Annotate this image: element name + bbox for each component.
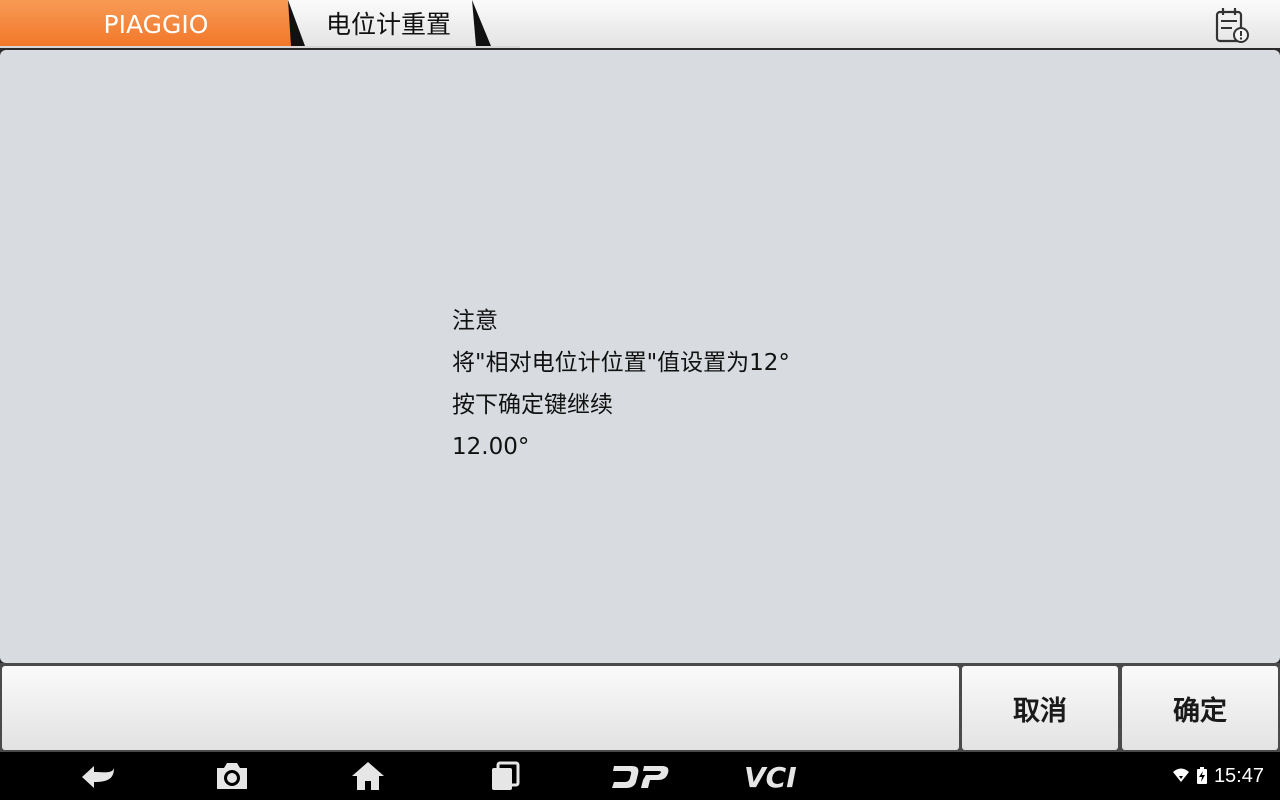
- dp-icon[interactable]: [610, 760, 670, 792]
- top-bar: PIAGGIO 电位计重置: [0, 0, 1280, 48]
- breadcrumb-separator-end: [472, 0, 491, 46]
- message-panel: 注意 将"相对电位计位置"值设置为12° 按下确定键继续 12.00°: [0, 50, 1280, 663]
- message-text-block: 注意 将"相对电位计位置"值设置为12° 按下确定键继续 12.00°: [452, 300, 790, 468]
- breadcrumb-item-brand[interactable]: PIAGGIO: [0, 0, 312, 48]
- status-area: 15:47: [1172, 752, 1264, 800]
- message-instruction: 将"相对电位计位置"值设置为12°: [452, 350, 790, 376]
- message-title: 注意: [452, 308, 498, 334]
- message-current-value: 12.00°: [452, 434, 530, 460]
- action-bar-empty-area: [2, 666, 959, 750]
- recent-apps-icon[interactable]: [488, 760, 522, 792]
- action-bar: 取消 确定: [0, 663, 1280, 752]
- breadcrumb-item-page: 电位计重置: [326, 10, 452, 39]
- vci-icon[interactable]: VCI: [742, 760, 812, 792]
- cancel-button[interactable]: 取消: [962, 666, 1118, 750]
- wifi-icon: [1172, 768, 1189, 782]
- system-nav-bar: VCI 15:47: [0, 752, 1280, 800]
- back-icon[interactable]: [78, 760, 118, 792]
- battery-charging-icon: [1196, 767, 1207, 784]
- vci-label: VCI: [744, 761, 797, 792]
- clock: 15:47: [1213, 764, 1264, 787]
- diagnostic-report-icon[interactable]: [1212, 5, 1252, 45]
- screenshot-icon[interactable]: [213, 760, 251, 792]
- ok-button[interactable]: 确定: [1122, 666, 1278, 750]
- home-icon[interactable]: [350, 760, 386, 792]
- message-continue-hint: 按下确定键继续: [452, 392, 613, 418]
